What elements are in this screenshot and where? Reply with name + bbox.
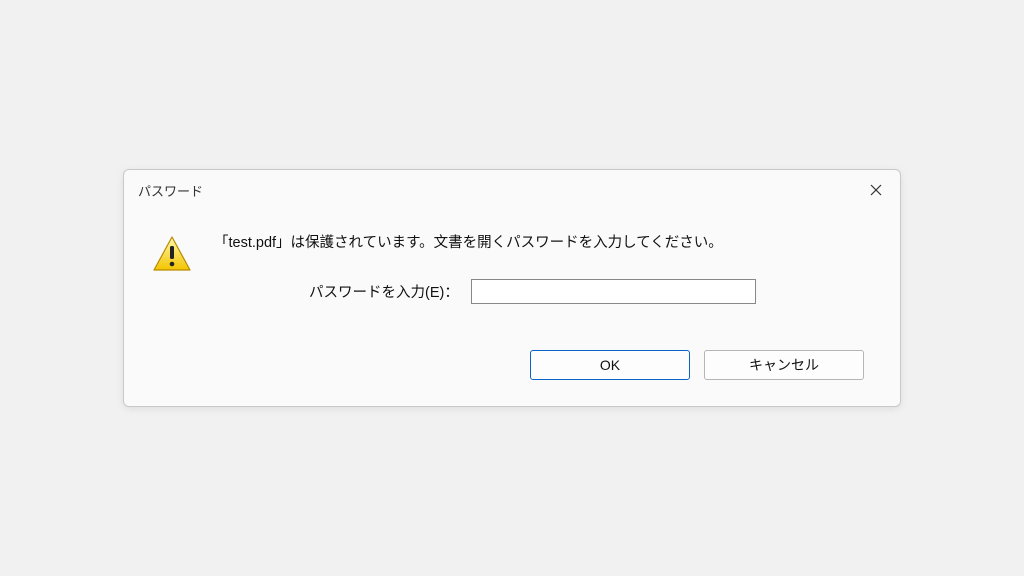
dialog-content: 「test.pdf」は保護されています。文書を開くパスワードを入力してください。… [124, 210, 900, 304]
titlebar: パスワード [124, 170, 900, 210]
close-button[interactable] [860, 176, 892, 204]
close-icon [870, 184, 882, 196]
warning-icon [152, 234, 192, 274]
dialog-body: 「test.pdf」は保護されています。文書を開くパスワードを入力してください。… [214, 232, 872, 304]
cancel-button[interactable]: キャンセル [704, 350, 864, 380]
button-row: OK キャンセル [530, 350, 864, 380]
dialog-title: パスワード [138, 181, 203, 200]
dialog-message: 「test.pdf」は保護されています。文書を開くパスワードを入力してください。 [214, 232, 872, 255]
password-input[interactable] [471, 279, 756, 304]
password-label: パスワードを入力(E)： [309, 281, 459, 302]
password-row: パスワードを入力(E)： [309, 279, 872, 304]
password-dialog: パスワード 「test.pdf」は保護されてい [123, 169, 901, 407]
ok-button[interactable]: OK [530, 350, 690, 380]
